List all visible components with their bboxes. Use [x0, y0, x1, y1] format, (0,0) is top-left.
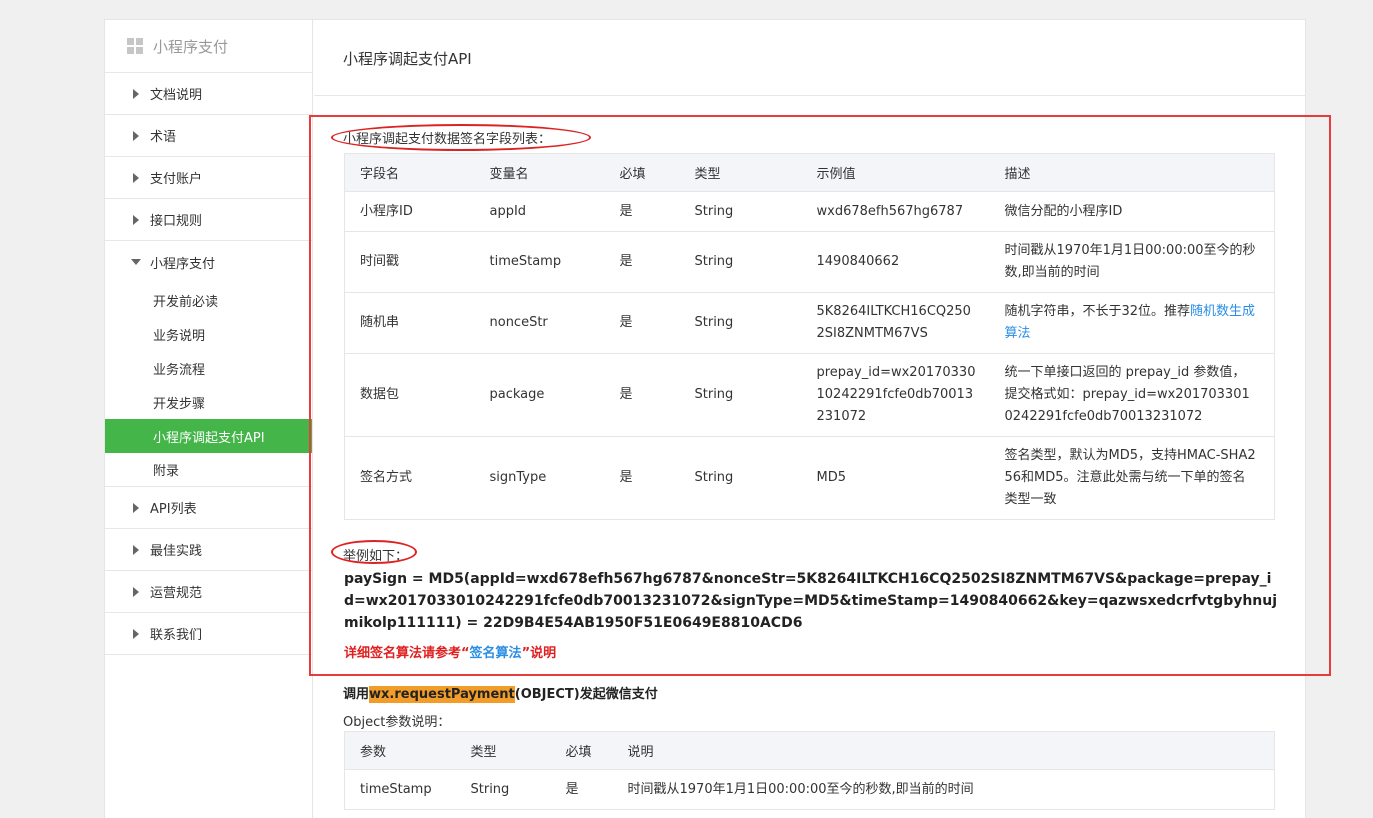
column-header: 必填	[550, 731, 613, 770]
sidebar-sub-pay-api[interactable]: 小程序调起支付API	[105, 419, 312, 453]
caret-right-icon	[133, 130, 139, 141]
caret-right-icon	[133, 586, 139, 597]
grid-icon	[127, 38, 143, 54]
sidebar-item-label: 文档说明	[150, 88, 203, 103]
call-prefix: 调用	[343, 687, 370, 702]
object-params-label: Object参数说明：	[343, 715, 451, 730]
caret-down-icon	[131, 259, 141, 265]
table-row: timeStamp String 是 时间戳从1970年1月1日00:00:00…	[344, 769, 1275, 810]
sidebar-item-terms[interactable]: 术语	[105, 115, 312, 157]
sidebar-group-label: 小程序支付	[150, 256, 216, 272]
caret-right-icon	[133, 88, 139, 99]
page-title: 小程序调起支付API	[343, 50, 472, 68]
sidebar-item-label: 联系我们	[150, 628, 203, 643]
sidebar-item-label: 术语	[150, 130, 177, 145]
caret-right-icon	[133, 628, 139, 639]
object-params-table: 参数 类型 必填 说明 timeStamp String 是 时间戳从1970年…	[344, 731, 1275, 810]
sidebar-item-api-list[interactable]: API列表	[105, 487, 312, 529]
table-cell: 是	[550, 769, 613, 810]
column-header: 参数	[344, 731, 456, 770]
annotation-rectangle	[309, 115, 1331, 676]
sidebar-sub-prerequisites[interactable]: 开发前必读	[105, 283, 312, 317]
sidebar-sub-business-flow[interactable]: 业务流程	[105, 351, 312, 385]
sidebar-item-account[interactable]: 支付账户	[105, 157, 312, 199]
table-cell: String	[455, 769, 551, 810]
caret-right-icon	[133, 502, 139, 513]
sidebar-item-label: 运营规范	[150, 586, 203, 601]
column-header: 说明	[612, 731, 1275, 770]
sidebar-item-contact[interactable]: 联系我们	[105, 613, 312, 655]
table-cell: 时间戳从1970年1月1日00:00:00至今的秒数,即当前的时间	[612, 769, 1275, 810]
sidebar-item-label: API列表	[150, 502, 197, 517]
sidebar-item-best-practice[interactable]: 最佳实践	[105, 529, 312, 571]
table-header-row: 参数 类型 必填 说明	[344, 731, 1275, 770]
call-heading: 调用wx.requestPayment(OBJECT)发起微信支付	[343, 683, 658, 703]
sidebar-item-docs[interactable]: 文档说明	[105, 73, 312, 115]
caret-right-icon	[133, 544, 139, 555]
sidebar-sub-appendix[interactable]: 附录	[105, 453, 312, 487]
sidebar-group-miniprogram-pay[interactable]: 小程序支付	[105, 241, 312, 283]
table-cell: timeStamp	[344, 769, 456, 810]
sidebar-sub-dev-steps[interactable]: 开发步骤	[105, 385, 312, 419]
caret-right-icon	[133, 214, 139, 225]
divider	[314, 95, 1306, 96]
request-payment-highlight: wx.requestPayment	[369, 686, 515, 703]
sidebar-header: 小程序支付	[105, 20, 312, 73]
sidebar: 小程序支付 文档说明 术语 支付账户 接口规则 小程序支付 开发前必读 业务说明…	[105, 20, 313, 818]
sidebar-item-label: 支付账户	[150, 172, 203, 187]
column-header: 类型	[455, 731, 551, 770]
call-suffix: (OBJECT)发起微信支付	[514, 687, 658, 702]
sidebar-item-operation[interactable]: 运营规范	[105, 571, 312, 613]
sidebar-title: 小程序支付	[153, 37, 229, 56]
sidebar-sub-business-desc[interactable]: 业务说明	[105, 317, 312, 351]
annotation-ellipse	[331, 540, 417, 564]
annotation-ellipse	[331, 124, 591, 151]
sidebar-item-label: 最佳实践	[150, 544, 203, 559]
sidebar-item-rules[interactable]: 接口规则	[105, 199, 312, 241]
caret-right-icon	[133, 172, 139, 183]
sidebar-item-label: 接口规则	[150, 214, 203, 229]
